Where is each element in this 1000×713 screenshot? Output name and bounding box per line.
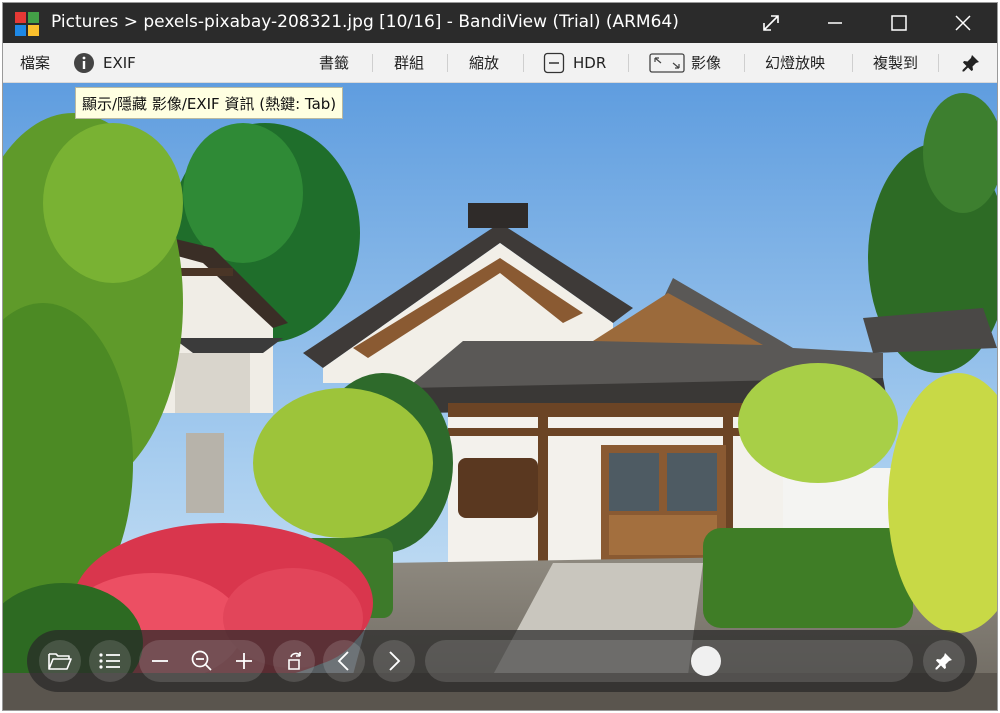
logo-tile-red [15, 12, 26, 23]
app-logo-icon [15, 12, 39, 36]
menu-group[interactable]: 群組 [394, 43, 424, 82]
menu-separator [523, 54, 524, 72]
plus-icon [236, 653, 252, 669]
zoom-fit-button[interactable] [181, 640, 223, 682]
close-button[interactable] [931, 3, 995, 43]
menu-separator [852, 54, 853, 72]
window-title: Pictures > pexels-pixabay-208321.jpg [10… [51, 12, 679, 32]
chevron-left-icon [337, 651, 349, 671]
exif-tooltip: 顯示/隱藏 影像/EXIF 資訊 (熱鍵: Tab) [75, 87, 344, 119]
logo-tile-green [28, 12, 39, 23]
title-bar[interactable]: Pictures > pexels-pixabay-208321.jpg [10… [3, 3, 997, 43]
logo-tile-yellow [28, 25, 39, 36]
image-viewport[interactable] [3, 83, 997, 710]
menu-copy-to[interactable]: 複製到 [873, 43, 918, 82]
menu-separator [447, 54, 448, 72]
pin-icon [962, 54, 979, 71]
zoom-in-button[interactable] [223, 640, 265, 682]
maximize-button[interactable] [867, 3, 931, 43]
zoom-icon [191, 650, 212, 671]
list-icon [99, 653, 120, 669]
list-button[interactable] [89, 640, 131, 682]
menu-file[interactable]: 檔案 [20, 43, 50, 82]
menu-zoom[interactable]: 縮放 [469, 43, 499, 82]
minus-icon [152, 660, 168, 662]
pin-button[interactable] [923, 640, 965, 682]
menu-bookmark[interactable]: 書籤 [319, 43, 349, 82]
displayed-photo [3, 83, 997, 710]
next-button[interactable] [373, 640, 415, 682]
logo-tile-blue [15, 25, 26, 36]
menu-pin[interactable] [961, 43, 981, 82]
menu-hdr-label: HDR [573, 53, 607, 72]
info-icon [74, 52, 94, 73]
rotate-button[interactable] [273, 640, 315, 682]
menu-bar: 檔案 EXIF 書籤 群組 縮放 HDR 影像 幻燈放映 複製到 [3, 43, 997, 83]
fullscreen-button[interactable] [739, 3, 803, 43]
menu-separator [744, 54, 745, 72]
rotate-icon [288, 652, 301, 670]
hdr-toggle-icon [543, 52, 565, 73]
minimize-icon [828, 22, 842, 24]
menu-separator [628, 54, 629, 72]
minimize-button[interactable] [803, 3, 867, 43]
maximize-icon [891, 15, 907, 31]
previous-button[interactable] [323, 640, 365, 682]
chevron-right-icon [389, 651, 401, 671]
zoom-out-button[interactable] [139, 640, 181, 682]
menu-image-label: 影像 [691, 54, 722, 72]
open-folder-button[interactable] [39, 640, 81, 682]
fit-image-icon [649, 52, 685, 73]
navigation-slider-track[interactable] [425, 640, 913, 682]
menu-exif-label: EXIF [103, 53, 136, 72]
menu-separator [938, 54, 939, 72]
folder-icon [48, 653, 72, 670]
menu-separator [372, 54, 373, 72]
menu-exif[interactable]: EXIF [73, 43, 136, 82]
menu-slideshow[interactable]: 幻燈放映 [765, 43, 825, 82]
navigation-slider-thumb[interactable] [691, 646, 721, 676]
pin-icon [935, 653, 952, 670]
expand-icon [763, 15, 779, 31]
app-window: Pictures > pexels-pixabay-208321.jpg [10… [2, 2, 998, 711]
bottom-control-bar [27, 630, 977, 692]
menu-image[interactable]: 影像 [649, 43, 721, 82]
close-icon [955, 15, 971, 31]
menu-hdr[interactable]: HDR [543, 43, 606, 82]
